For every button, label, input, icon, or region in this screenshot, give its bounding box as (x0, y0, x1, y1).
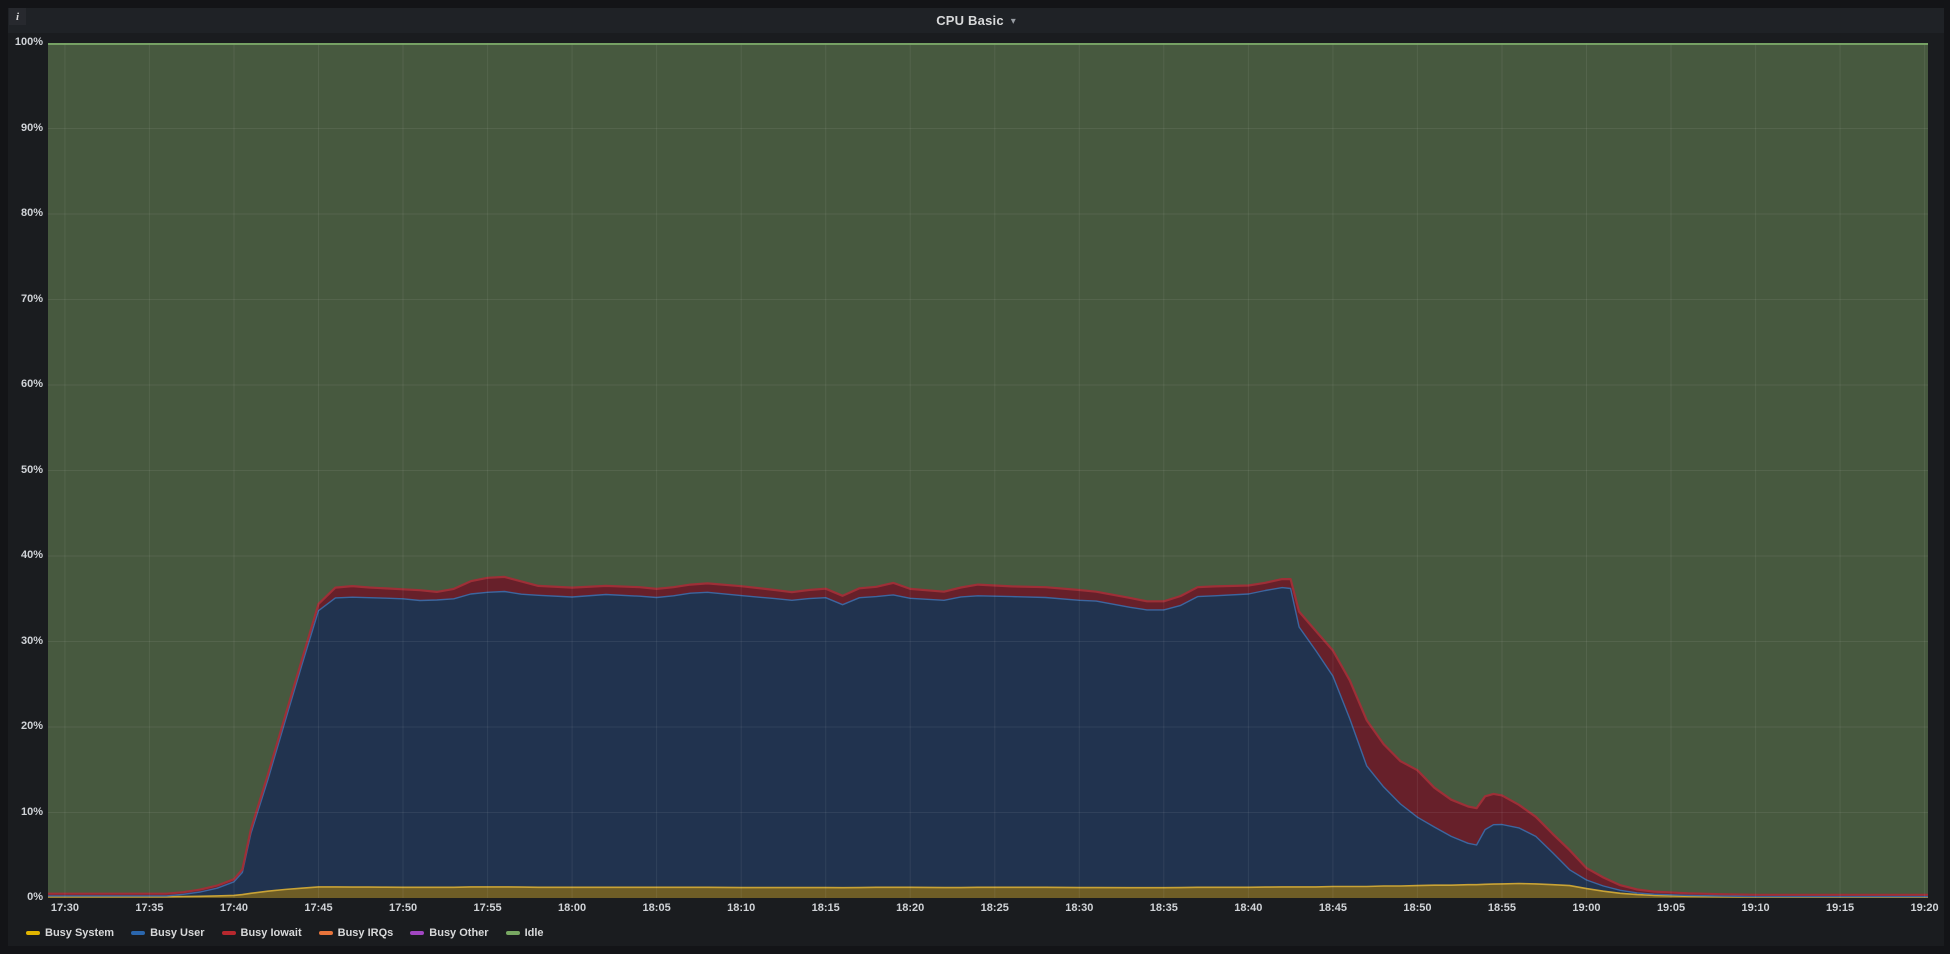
legend-swatch (131, 931, 145, 935)
legend-item-idle[interactable]: Idle (506, 927, 544, 939)
legend-label: Busy Iowait (241, 927, 302, 939)
x-axis-label: 18:35 (1134, 902, 1194, 914)
x-axis-label: 19:10 (1726, 902, 1786, 914)
legend-swatch (26, 931, 40, 935)
x-axis-label: 17:40 (204, 902, 264, 914)
x-axis-label: 18:50 (1387, 902, 1447, 914)
legend-item-busy-other[interactable]: Busy Other (410, 927, 488, 939)
x-axis-label: 18:55 (1472, 902, 1532, 914)
legend-item-busy-iowait[interactable]: Busy Iowait (222, 927, 302, 939)
y-axis-label: 40% (0, 549, 43, 561)
x-axis-label: 19:15 (1810, 902, 1870, 914)
x-axis-label: 18:10 (711, 902, 771, 914)
x-axis-label: 18:05 (627, 902, 687, 914)
panel-info-corner[interactable]: i (9, 8, 26, 25)
legend-swatch (222, 931, 236, 935)
x-axis-label: 17:30 (35, 902, 95, 914)
y-axis-label: 80% (0, 207, 43, 219)
x-axis-label: 17:45 (289, 902, 349, 914)
y-axis-label: 70% (0, 293, 43, 305)
x-axis-label: 18:00 (542, 902, 602, 914)
legend-label: Idle (525, 927, 544, 939)
x-axis-label: 17:50 (373, 902, 433, 914)
legend-label: Busy System (45, 927, 114, 939)
legend-swatch (506, 931, 520, 935)
cpu-usage-chart (0, 0, 1950, 954)
legend-swatch (410, 931, 424, 935)
x-axis-label: 18:45 (1303, 902, 1363, 914)
y-axis-label: 10% (0, 806, 43, 818)
y-axis-label: 30% (0, 635, 43, 647)
x-axis-label: 18:25 (965, 902, 1025, 914)
y-axis-label: 20% (0, 720, 43, 732)
info-icon: i (16, 11, 19, 23)
y-axis-label: 50% (0, 464, 43, 476)
y-axis-label: 100% (0, 36, 43, 48)
legend-swatch (319, 931, 333, 935)
page: { "panel": { "title": "CPU Basic" }, "ic… (0, 0, 1950, 954)
legend-label: Busy IRQs (338, 927, 394, 939)
x-axis-label: 18:40 (1218, 902, 1278, 914)
legend: Busy System Busy User Busy Iowait Busy IRQs… (26, 924, 544, 942)
y-axis-label: 90% (0, 122, 43, 134)
x-axis-label: 17:35 (119, 902, 179, 914)
legend-item-busy-user[interactable]: Busy User (131, 927, 204, 939)
x-axis-label: 19:00 (1556, 902, 1616, 914)
x-axis-label: 18:20 (880, 902, 940, 914)
y-axis-label: 60% (0, 378, 43, 390)
legend-label: Busy Other (429, 927, 488, 939)
legend-label: Busy User (150, 927, 204, 939)
x-axis-label: 17:55 (458, 902, 518, 914)
x-axis-label: 18:30 (1049, 902, 1109, 914)
x-axis-label: 18:15 (796, 902, 856, 914)
legend-item-busy-irqs[interactable]: Busy IRQs (319, 927, 394, 939)
x-axis-label: 19:05 (1641, 902, 1701, 914)
legend-item-busy-system[interactable]: Busy System (26, 927, 114, 939)
x-axis-label: 19:20 (1895, 902, 1950, 914)
